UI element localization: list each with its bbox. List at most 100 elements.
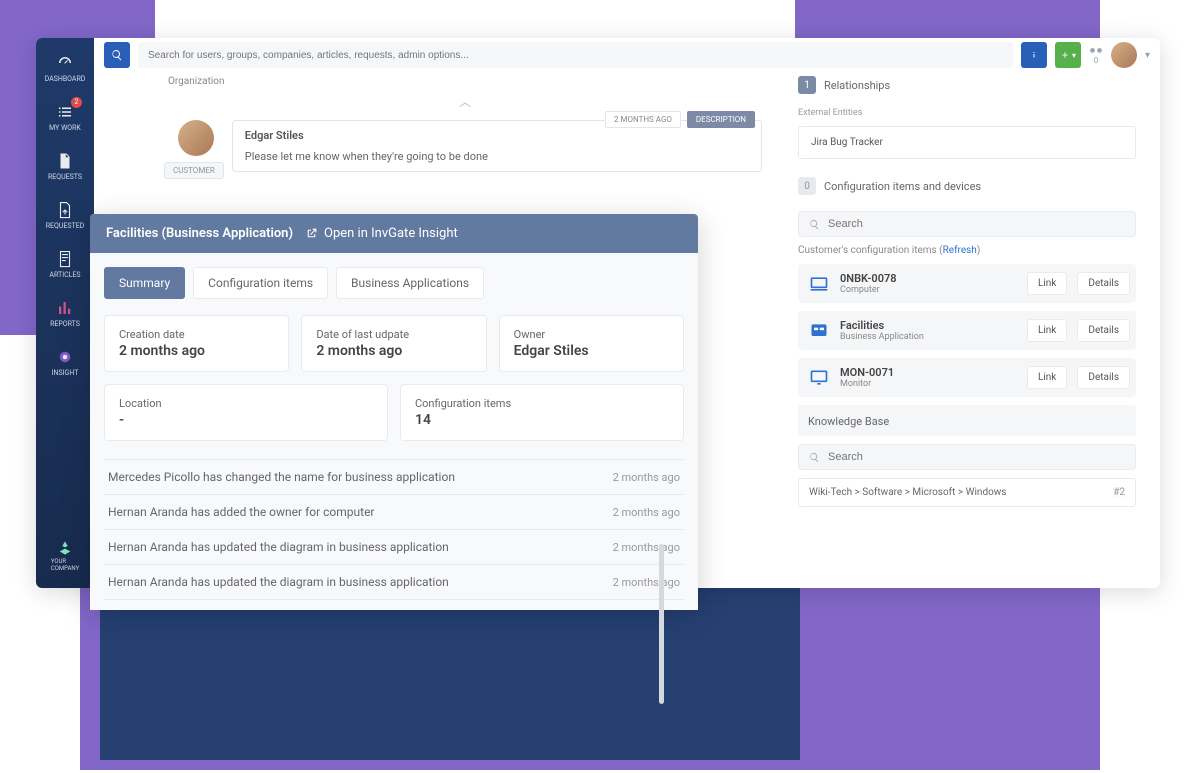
ci-note: Customer's configuration items (Refresh) bbox=[798, 245, 1136, 256]
nav-my-work[interactable]: 2 MY WORK bbox=[36, 93, 94, 142]
ci-row: FacilitiesBusiness Application Link Deta… bbox=[798, 311, 1136, 350]
kb-item[interactable]: Wiki-Tech > Software > Microsoft > Windo… bbox=[798, 478, 1136, 507]
card-ci-count: Configuration items14 bbox=[400, 384, 684, 441]
chart-icon bbox=[56, 299, 74, 317]
ci-row: MON-0071Monitor Link Details bbox=[798, 358, 1136, 397]
notification-counter[interactable]: 0 bbox=[1089, 46, 1103, 65]
log-row: Hernan Aranda has updated the diagram in… bbox=[104, 530, 684, 565]
list-icon bbox=[56, 103, 74, 121]
counter-value: 0 bbox=[1094, 56, 1099, 65]
ci-row: 0NBK-0078Computer Link Details bbox=[798, 264, 1136, 303]
nav-label: REQUESTS bbox=[48, 173, 82, 181]
tab-business-apps[interactable]: Business Applications bbox=[336, 267, 484, 299]
facilities-panel: Facilities (Business Application) Open i… bbox=[90, 214, 698, 610]
document-up-icon bbox=[56, 201, 74, 219]
kb-search-input[interactable] bbox=[828, 451, 1125, 463]
caret-down-icon: ▾ bbox=[1072, 51, 1076, 60]
search-icon bbox=[809, 452, 820, 463]
link-button[interactable]: Link bbox=[1027, 319, 1067, 342]
tab-config-items[interactable]: Configuration items bbox=[193, 267, 328, 299]
log-row: Mercedes Picollo has changed the name fo… bbox=[104, 460, 684, 495]
search-icon bbox=[809, 219, 820, 230]
kb-breadcrumb: Wiki-Tech > Software > Microsoft > Windo… bbox=[809, 487, 1006, 498]
external-link-icon bbox=[305, 227, 318, 240]
relationships-count: 1 bbox=[798, 76, 816, 94]
panel-header: Facilities (Business Application) Open i… bbox=[90, 214, 698, 253]
link-button[interactable]: Link bbox=[1027, 366, 1067, 389]
details-button[interactable]: Details bbox=[1077, 366, 1130, 389]
ci-search-input[interactable] bbox=[828, 218, 1125, 230]
ci-type: Computer bbox=[840, 285, 1017, 295]
company-name: YOUR COMPANY bbox=[51, 558, 79, 572]
nav-label: INSIGHT bbox=[52, 369, 79, 377]
right-panel: 1 Relationships External Entities Jira B… bbox=[788, 72, 1150, 513]
panel-title: Facilities (Business Application) bbox=[106, 226, 293, 241]
description-tag: DESCRIPTION bbox=[687, 111, 755, 128]
open-link-label: Open in InvGate Insight bbox=[324, 226, 458, 241]
card-last-update: Date of last udpate2 months ago bbox=[301, 315, 486, 372]
nav-articles[interactable]: ARTICLES bbox=[36, 240, 94, 289]
computer-icon bbox=[808, 273, 830, 295]
refresh-link[interactable]: Refresh bbox=[943, 245, 977, 256]
kb-search[interactable] bbox=[798, 444, 1136, 470]
external-entities-label: External Entities bbox=[798, 108, 1136, 118]
search-input[interactable] bbox=[138, 42, 1013, 68]
nav-label: REQUESTED bbox=[46, 222, 85, 230]
comment-bubble: 2 MONTHS AGO DESCRIPTION Edgar Stiles Pl… bbox=[232, 120, 762, 172]
page-icon bbox=[56, 250, 74, 268]
ci-search[interactable] bbox=[798, 211, 1136, 237]
ci-type: Monitor bbox=[840, 379, 1017, 389]
log-row: Hernan Aranda has updated the diagram in… bbox=[104, 565, 684, 600]
author-avatar bbox=[178, 120, 214, 156]
activity-log: Mercedes Picollo has changed the name fo… bbox=[104, 459, 684, 600]
nav-label: REPORTS bbox=[50, 320, 80, 328]
nav-requested[interactable]: REQUESTED bbox=[36, 191, 94, 240]
relationships-label: Relationships bbox=[824, 79, 890, 92]
insight-icon bbox=[56, 348, 74, 366]
card-creation-date: Creation date2 months ago bbox=[104, 315, 289, 372]
card-owner: OwnerEdgar Stiles bbox=[499, 315, 684, 372]
gauge-icon bbox=[56, 54, 74, 72]
nav-reports[interactable]: REPORTS bbox=[36, 289, 94, 338]
user-avatar[interactable] bbox=[1111, 42, 1137, 68]
ci-name: Facilities bbox=[840, 319, 1017, 332]
config-items-label: Configuration items and devices bbox=[824, 180, 981, 193]
scrollbar[interactable] bbox=[659, 544, 664, 704]
nav-dashboard[interactable]: DASHBOARD bbox=[36, 44, 94, 93]
comment-text: Please let me know when they're going to… bbox=[245, 150, 749, 163]
nav-label: DASHBOARD bbox=[45, 75, 86, 83]
application-icon bbox=[808, 320, 830, 342]
tab-summary[interactable]: Summary bbox=[104, 267, 185, 299]
search-button[interactable] bbox=[104, 42, 130, 68]
open-in-insight-link[interactable]: Open in InvGate Insight bbox=[305, 226, 458, 241]
details-button[interactable]: Details bbox=[1077, 319, 1130, 342]
nav-label: ARTICLES bbox=[49, 271, 80, 279]
kb-label: Knowledge Base bbox=[798, 405, 1136, 436]
add-button[interactable]: ▾ bbox=[1055, 42, 1081, 68]
ci-type: Business Application bbox=[840, 332, 1017, 342]
card-location: Location- bbox=[104, 384, 388, 441]
user-menu-caret[interactable]: ▾ bbox=[1145, 50, 1150, 61]
panel-tabs: Summary Configuration items Business App… bbox=[104, 267, 684, 299]
config-items-count: 0 bbox=[798, 177, 816, 195]
monitor-icon bbox=[808, 367, 830, 389]
breadcrumb-label: Organization bbox=[154, 72, 776, 93]
author-name: Edgar Stiles bbox=[245, 129, 749, 142]
nav-label: MY WORK bbox=[49, 124, 81, 132]
info-button[interactable] bbox=[1021, 42, 1047, 68]
time-tag: 2 MONTHS AGO bbox=[605, 111, 681, 128]
external-entity-item[interactable]: Jira Bug Tracker bbox=[798, 126, 1136, 159]
kb-number: #2 bbox=[1113, 487, 1125, 498]
ci-name: MON-0071 bbox=[840, 366, 1017, 379]
ci-name: 0NBK-0078 bbox=[840, 272, 1017, 285]
nav-requests[interactable]: REQUESTS bbox=[36, 142, 94, 191]
customer-tag: CUSTOMER bbox=[164, 162, 224, 179]
comment-row: CUSTOMER 2 MONTHS AGO DESCRIPTION Edgar … bbox=[154, 116, 776, 189]
top-bar: ▾ 0 ▾ bbox=[94, 38, 1160, 72]
details-button[interactable]: Details bbox=[1077, 272, 1130, 295]
link-button[interactable]: Link bbox=[1027, 272, 1067, 295]
company-logo: YOUR COMPANY bbox=[51, 528, 79, 588]
log-row: Hernan Aranda has added the owner for co… bbox=[104, 495, 684, 530]
nav-insight[interactable]: INSIGHT bbox=[36, 338, 94, 387]
side-nav: DASHBOARD 2 MY WORK REQUESTS REQUESTED A… bbox=[36, 38, 94, 588]
